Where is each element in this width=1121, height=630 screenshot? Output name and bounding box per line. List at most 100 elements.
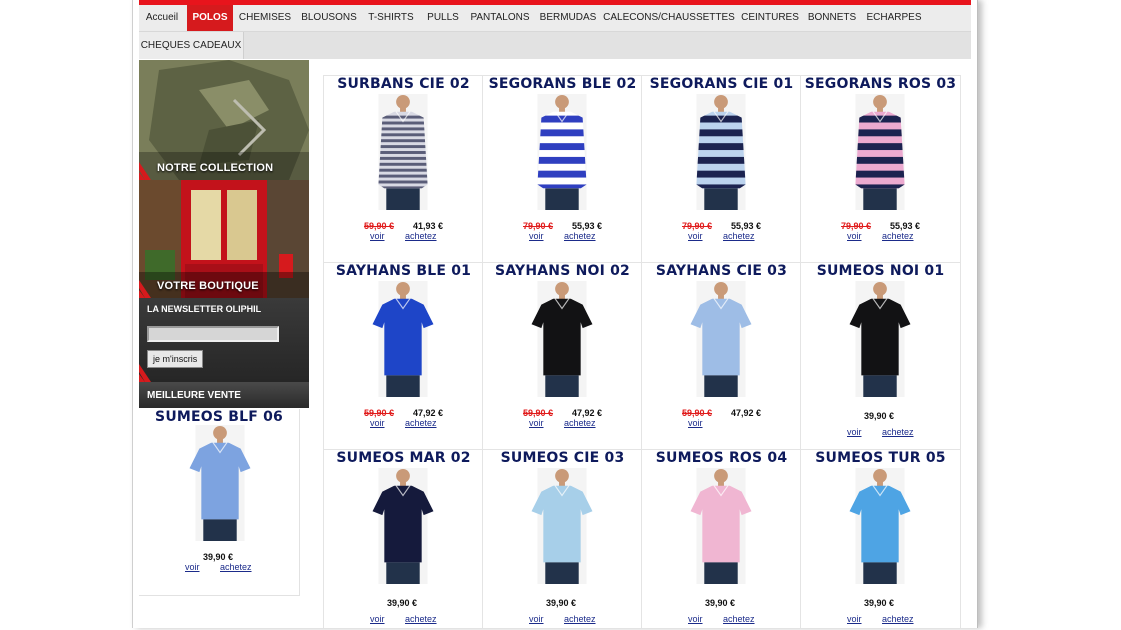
nav-item-chemises[interactable]: CHEMISES: [235, 5, 295, 31]
red-stripe-icon: [139, 364, 151, 382]
polo-shirt-image[interactable]: [523, 281, 601, 397]
product-title[interactable]: SURBANS CIE 02: [324, 76, 483, 92]
best-seller-label: MEILLEURE VENTE: [147, 390, 241, 401]
achetez-link[interactable]: achetez: [405, 614, 437, 624]
old-price: 79,90 €: [841, 221, 872, 231]
old-price: 59,90 €: [682, 408, 713, 418]
newsletter-title: LA NEWSLETTER OLIPHIL: [147, 304, 262, 314]
polo-shirt-image[interactable]: [841, 94, 919, 210]
voir-link[interactable]: voir: [370, 418, 385, 428]
best-seller-header: MEILLEURE VENTE: [139, 382, 309, 408]
best-seller-title[interactable]: SUMEOS BLF 06: [139, 409, 299, 425]
voir-link[interactable]: voir: [688, 231, 703, 241]
nav-item-polos[interactable]: POLOS: [187, 5, 233, 31]
achetez-link[interactable]: achetez: [220, 562, 252, 572]
nav-item-cheques-cadeaux[interactable]: CHEQUES CADEAUX: [139, 32, 244, 59]
voir-link[interactable]: voir: [529, 614, 544, 624]
achetez-link[interactable]: achetez: [882, 614, 914, 624]
polo-shirt-image[interactable]: [523, 94, 601, 210]
product-card: SURBANS CIE 02 59,90 € 41,93 € voir achetez: [323, 75, 484, 264]
polo-shirt-image[interactable]: [364, 94, 442, 210]
product-title[interactable]: SUMEOS CIE 03: [483, 450, 642, 466]
voir-link[interactable]: voir: [847, 614, 862, 624]
voir-link[interactable]: voir: [688, 418, 703, 428]
voir-link[interactable]: voir: [847, 427, 862, 437]
newsletter-box: LA NEWSLETTER OLIPHIL je m'inscris: [139, 298, 309, 382]
achetez-link[interactable]: achetez: [723, 614, 755, 624]
price: 55,93 €: [731, 221, 762, 231]
product-title[interactable]: SAYHANS CIE 03: [642, 263, 801, 279]
nav-item-pantalons[interactable]: PANTALONS: [467, 5, 533, 31]
product-card: SUMEOS NOI 01 39,90 € voir achetez: [800, 262, 961, 451]
product-card: SEGORANS ROS 03 79,90 € 55,93 € voir achetez: [800, 75, 961, 264]
nav-item-bermudas[interactable]: BERMUDAS: [537, 5, 599, 31]
old-price: 79,90 €: [523, 221, 554, 231]
product-title[interactable]: SEGORANS ROS 03: [801, 76, 960, 92]
voir-link[interactable]: voir: [529, 231, 544, 241]
newsletter-email-input[interactable]: [147, 326, 279, 342]
achetez-link[interactable]: achetez: [405, 418, 437, 428]
price: 39,90 €: [864, 598, 895, 608]
voir-link[interactable]: voir: [370, 231, 385, 241]
nav-item-calecons[interactable]: CALECONS/CHAUSSETTES: [603, 5, 735, 31]
product-title[interactable]: SAYHANS NOI 02: [483, 263, 642, 279]
old-price: 59,90 €: [364, 221, 395, 231]
achetez-link[interactable]: achetez: [564, 231, 596, 241]
nav-item-bonnets[interactable]: BONNETS: [805, 5, 859, 31]
nav-row: Accueil POLOS CHEMISES BLOUSONS T-SHIRTS…: [139, 5, 971, 32]
product-title[interactable]: SUMEOS ROS 04: [642, 450, 801, 466]
price: 39,90 €: [203, 552, 234, 562]
price: 39,90 €: [387, 598, 418, 608]
red-stripe-icon: [139, 280, 151, 298]
voir-link[interactable]: voir: [185, 562, 200, 572]
product-card: SAYHANS BLE 01 59,90 € 47,92 € voir achetez: [323, 262, 484, 451]
product-title[interactable]: SEGORANS BLE 02: [483, 76, 642, 92]
nav-row-2: CHEQUES CADEAUX: [139, 32, 971, 59]
product-card: SEGORANS CIE 01 79,90 € 55,93 € voir achetez: [641, 75, 802, 264]
product-card: SAYHANS CIE 03 59,90 € 47,92 € voir: [641, 262, 802, 451]
nav-item-pulls[interactable]: PULLS: [423, 5, 463, 31]
old-price: 59,90 €: [523, 408, 554, 418]
old-price: 79,90 €: [682, 221, 713, 231]
price: 55,93 €: [572, 221, 603, 231]
achetez-link[interactable]: achetez: [405, 231, 437, 241]
polo-shirt-image[interactable]: [841, 281, 919, 397]
achetez-link[interactable]: achetez: [882, 231, 914, 241]
polo-shirt-image[interactable]: [364, 468, 442, 584]
achetez-link[interactable]: achetez: [564, 418, 596, 428]
achetez-link[interactable]: achetez: [723, 231, 755, 241]
main-nav: Accueil POLOS CHEMISES BLOUSONS T-SHIRTS…: [139, 5, 971, 59]
polo-shirt-image[interactable]: [682, 468, 760, 584]
product-title[interactable]: SUMEOS NOI 01: [801, 263, 960, 279]
nav-item-accueil[interactable]: Accueil: [139, 5, 185, 31]
achetez-link[interactable]: achetez: [564, 614, 596, 624]
achetez-link[interactable]: achetez: [882, 427, 914, 437]
voir-link[interactable]: voir: [370, 614, 385, 624]
product-title[interactable]: SUMEOS MAR 02: [324, 450, 483, 466]
shop-banner[interactable]: VOTRE BOUTIQUE: [139, 180, 309, 298]
product-title[interactable]: SEGORANS CIE 01: [642, 76, 801, 92]
polo-shirt-image[interactable]: [181, 425, 259, 541]
nav-item-echarpes[interactable]: ECHARPES: [863, 5, 925, 31]
polo-shirt-image[interactable]: [682, 281, 760, 397]
product-card: SUMEOS CIE 03 39,90 € voir achetez: [482, 449, 643, 628]
product-card: SAYHANS NOI 02 59,90 € 47,92 € voir achetez: [482, 262, 643, 451]
best-seller-card: SUMEOS BLF 06 39,90 € voir achetez: [139, 409, 300, 596]
voir-link[interactable]: voir: [847, 231, 862, 241]
collection-label: NOTRE COLLECTION: [157, 162, 274, 174]
product-card: SUMEOS MAR 02 39,90 € voir achetez: [323, 449, 484, 628]
polo-shirt-image[interactable]: [523, 468, 601, 584]
nav-item-blousons[interactable]: BLOUSONS: [299, 5, 359, 31]
product-title[interactable]: SUMEOS TUR 05: [801, 450, 960, 466]
polo-shirt-image[interactable]: [364, 281, 442, 397]
nav-item-ceintures[interactable]: CEINTURES: [739, 5, 801, 31]
collection-banner[interactable]: NOTRE COLLECTION: [139, 60, 309, 180]
newsletter-subscribe-button[interactable]: je m'inscris: [147, 350, 204, 368]
voir-link[interactable]: voir: [688, 614, 703, 624]
polo-shirt-image[interactable]: [682, 94, 760, 210]
price: 55,93 €: [890, 221, 921, 231]
product-title[interactable]: SAYHANS BLE 01: [324, 263, 483, 279]
nav-item-tshirts[interactable]: T-SHIRTS: [363, 5, 419, 31]
polo-shirt-image[interactable]: [841, 468, 919, 584]
voir-link[interactable]: voir: [529, 418, 544, 428]
